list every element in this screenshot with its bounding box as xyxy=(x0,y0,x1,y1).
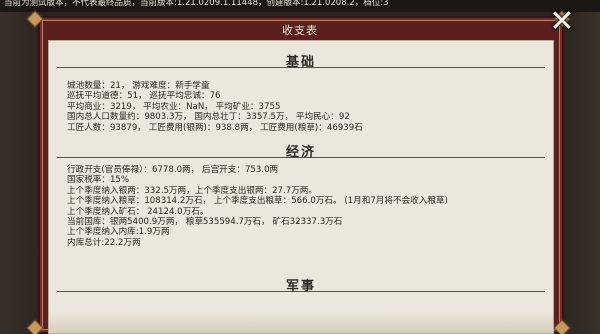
stat-line: 当前国库：银两5400.9万两， 粮草535594.7万石， 矿石32337.3… xyxy=(67,217,343,228)
stat-line: 平均商业：3219， 平均农业：NaN， 平均矿业：3755 xyxy=(67,101,281,112)
section-title-economy: 经济 xyxy=(285,145,316,160)
stat-line: 工匠人数：93879， 工匠费用(银两)：938.8两， 工匠费用(粮草)：46… xyxy=(67,122,363,133)
basic-stats-list: 城池数量：21， 游戏难度：新手学童 巡抚平均道德：51， 巡抚平均忠诚：76 … xyxy=(67,81,547,133)
stat-line: 城池数量：21， 游戏难度：新手学童 xyxy=(67,81,210,91)
stat-line: 上个季度纳入矿石： 24124.0万石。 xyxy=(67,206,209,217)
section-title-military: 军事 xyxy=(285,279,316,294)
income-expense-panel[interactable]: 基础 城池数量：21， 游戏难度：新手学童 巡抚平均道德：51， 巡抚平均忠诚：… xyxy=(48,40,554,334)
background-left xyxy=(0,12,40,334)
stat-line: 内库总计:22.2万两 xyxy=(67,237,141,248)
version-text: 当前为测试版本，不代表最终品质，当前版本:1.21.0209.1.11448，创… xyxy=(4,0,389,8)
section-title-basic: 基础 xyxy=(285,55,316,70)
section-header-economy: 经济 xyxy=(57,141,545,160)
version-bar: 当前为测试版本，不代表最终品质，当前版本:1.21.0209.1.11448，创… xyxy=(0,0,600,12)
close-button[interactable]: ✕ xyxy=(546,6,578,38)
stat-line: 上个季度纳入银两：332.5万两，上个季度支出银两：27.7万两。 xyxy=(67,185,317,196)
stat-line: 巡抚平均道德：51， 巡抚平均忠诚：76 xyxy=(67,91,221,102)
stat-line: 行政开支(官员俸禄）：6778.0两， 后宫开支：753.0两 xyxy=(67,165,279,175)
stat-line: 国家税率：15% xyxy=(67,175,130,186)
scroll-fade xyxy=(49,311,553,333)
background-right xyxy=(560,12,600,334)
stat-line: 国内总人口数量约：9803.3万， 国内总壮丁：3357.5万， 平均民心：92 xyxy=(67,112,350,123)
dialog-title: 收支表 xyxy=(282,24,318,37)
economy-stats-list: 行政开支(官员俸禄）：6778.0两， 后宫开支：753.0两 国家税率：15%… xyxy=(67,165,547,248)
stat-line: 上个季度纳入粮草：108314.2万石， 上个季度支出粮草：566.0万石。 (… xyxy=(67,196,448,207)
section-header-military: 军事 xyxy=(57,275,545,294)
close-x-icon: ✕ xyxy=(549,4,575,39)
section-header-basic: 基础 xyxy=(57,51,545,70)
stat-line: 上个季度纳入内库:1.9万两 xyxy=(67,227,170,238)
